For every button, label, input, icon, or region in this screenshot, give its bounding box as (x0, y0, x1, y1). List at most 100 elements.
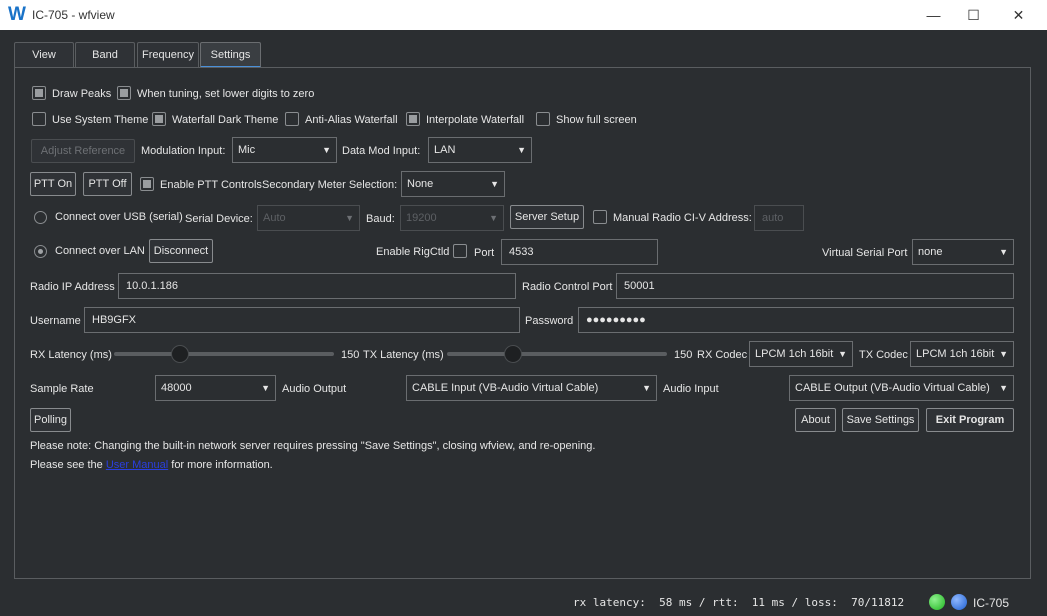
baud-value: 19200 (406, 212, 437, 224)
control-port-field[interactable]: 50001 (616, 273, 1014, 299)
chevron-down-icon: ▼ (999, 383, 1008, 393)
draw-peaks-checkbox[interactable] (32, 86, 46, 100)
tab-settings[interactable]: Settings (200, 42, 261, 68)
network-server-note: Please note: Changing the built-in netwo… (30, 440, 596, 452)
window-title: IC-705 - wfview (32, 8, 115, 22)
save-settings-button[interactable]: Save Settings (842, 408, 919, 432)
anti-alias-label: Anti-Alias Waterfall (305, 114, 398, 126)
chevron-down-icon: ▼ (345, 213, 354, 223)
virtual-serial-select[interactable]: none ▼ (912, 239, 1014, 265)
tx-latency-value: 150 (674, 349, 693, 361)
tab-frequency[interactable]: Frequency (137, 42, 199, 68)
interpolate-label: Interpolate Waterfall (426, 114, 525, 126)
port-label: Port (474, 247, 495, 259)
ptt-off-button[interactable]: PTT Off (83, 172, 132, 196)
connect-usb-label: Connect over USB (serial) (55, 211, 183, 223)
adjust-reference-button[interactable]: Adjust Reference (31, 139, 135, 163)
enable-ptt-checkbox[interactable] (140, 177, 154, 191)
chevron-down-icon: ▼ (642, 383, 651, 393)
system-theme-label: Use System Theme (52, 114, 149, 126)
chevron-down-icon: ▼ (261, 383, 270, 393)
polling-button[interactable]: Polling (30, 408, 71, 432)
secondary-meter-value: None (407, 178, 434, 190)
status-latency-text: rx latency: 58 ms / rtt: 11 ms / loss: 7… (573, 596, 905, 609)
tx-codec-label: TX Codec (859, 349, 908, 361)
tab-view[interactable]: View (14, 42, 74, 68)
minimize-icon[interactable]: — (911, 0, 956, 30)
civ-address-field[interactable]: auto (754, 205, 804, 231)
baud-select[interactable]: 19200 ▼ (400, 205, 504, 231)
serial-device-select[interactable]: Auto ▼ (257, 205, 360, 231)
connect-usb-radio[interactable] (34, 211, 47, 224)
modulation-input-label: Modulation Input: (141, 145, 226, 157)
server-setup-button[interactable]: Server Setup (510, 205, 584, 229)
rx-latency-label: RX Latency (ms) (30, 349, 112, 361)
exit-program-button[interactable]: Exit Program (926, 408, 1014, 432)
serial-device-label: Serial Device: (185, 213, 253, 225)
waterfall-dark-checkbox[interactable] (152, 112, 166, 126)
connect-lan-label: Connect over LAN (55, 245, 145, 257)
lower-digits-label: When tuning, set lower digits to zero (137, 88, 315, 100)
password-field[interactable]: ●●●●●●●●● (578, 307, 1014, 333)
connect-lan-radio[interactable] (34, 245, 47, 258)
note-prefix: Please see the (30, 459, 106, 471)
chevron-down-icon: ▼ (517, 145, 526, 155)
enable-rigctld-checkbox[interactable] (453, 244, 467, 258)
waterfall-dark-label: Waterfall Dark Theme (172, 114, 279, 126)
sample-rate-select[interactable]: 48000 ▼ (155, 375, 276, 401)
chevron-down-icon: ▼ (490, 179, 499, 189)
tab-band[interactable]: Band (75, 42, 135, 68)
rx-latency-slider-handle[interactable] (170, 345, 189, 363)
rx-codec-select[interactable]: LPCM 1ch 16bit ▼ (749, 341, 853, 367)
tx-latency-slider-track[interactable] (447, 352, 667, 356)
radio-status-indicator-icon (951, 594, 967, 610)
audio-output-select[interactable]: CABLE Input (VB-Audio Virtual Cable) ▼ (406, 375, 657, 401)
anti-alias-checkbox[interactable] (285, 112, 299, 126)
audio-input-label: Audio Input (663, 383, 719, 395)
virtual-serial-label: Virtual Serial Port (822, 247, 908, 259)
audio-input-select[interactable]: CABLE Output (VB-Audio Virtual Cable) ▼ (789, 375, 1014, 401)
ptt-on-button[interactable]: PTT On (30, 172, 76, 196)
rx-codec-value: LPCM 1ch 16bit (755, 348, 834, 360)
app-logo: W (8, 4, 26, 25)
sample-rate-value: 48000 (161, 382, 192, 394)
sample-rate-label: Sample Rate (30, 383, 94, 395)
data-mod-input-label: Data Mod Input: (342, 145, 421, 157)
about-button[interactable]: About (795, 408, 836, 432)
tx-codec-value: LPCM 1ch 16bit (916, 348, 995, 360)
maximize-icon[interactable]: ☐ (951, 0, 996, 30)
tx-latency-slider-handle[interactable] (503, 345, 522, 363)
username-field[interactable]: HB9GFX (84, 307, 520, 333)
lower-digits-checkbox[interactable] (117, 86, 131, 100)
system-theme-checkbox[interactable] (32, 112, 46, 126)
modulation-input-select[interactable]: Mic ▼ (232, 137, 337, 163)
rx-codec-label: RX Codec (697, 349, 748, 361)
rx-latency-slider-track[interactable] (114, 352, 334, 356)
user-manual-note: Please see the User Manual for more info… (30, 459, 273, 471)
full-screen-label: Show full screen (556, 114, 637, 126)
control-port-label: Radio Control Port (522, 281, 613, 293)
disconnect-button[interactable]: Disconnect (149, 239, 213, 263)
interpolate-checkbox[interactable] (406, 112, 420, 126)
radio-ip-field[interactable]: 10.0.1.186 (118, 273, 516, 299)
chevron-down-icon: ▼ (489, 213, 498, 223)
port-field[interactable]: 4533 (501, 239, 658, 265)
password-label: Password (525, 315, 574, 327)
close-icon[interactable]: ✕ (996, 0, 1041, 30)
baud-label: Baud: (366, 213, 395, 225)
note-suffix: for more information. (168, 459, 273, 471)
secondary-meter-select[interactable]: None ▼ (401, 171, 505, 197)
tx-codec-select[interactable]: LPCM 1ch 16bit ▼ (910, 341, 1014, 367)
data-mod-input-select[interactable]: LAN ▼ (428, 137, 532, 163)
rx-latency-value: 150 (341, 349, 360, 361)
manual-civ-checkbox[interactable] (593, 210, 607, 224)
full-screen-checkbox[interactable] (536, 112, 550, 126)
user-manual-link[interactable]: User Manual (106, 459, 168, 471)
chevron-down-icon: ▼ (322, 145, 331, 155)
tx-latency-label: TX Latency (ms) (363, 349, 444, 361)
audio-input-value: CABLE Output (VB-Audio Virtual Cable) (795, 382, 990, 394)
audio-output-label: Audio Output (282, 383, 347, 395)
chevron-down-icon: ▼ (999, 247, 1008, 257)
audio-output-value: CABLE Input (VB-Audio Virtual Cable) (412, 382, 599, 394)
serial-device-value: Auto (263, 212, 286, 224)
